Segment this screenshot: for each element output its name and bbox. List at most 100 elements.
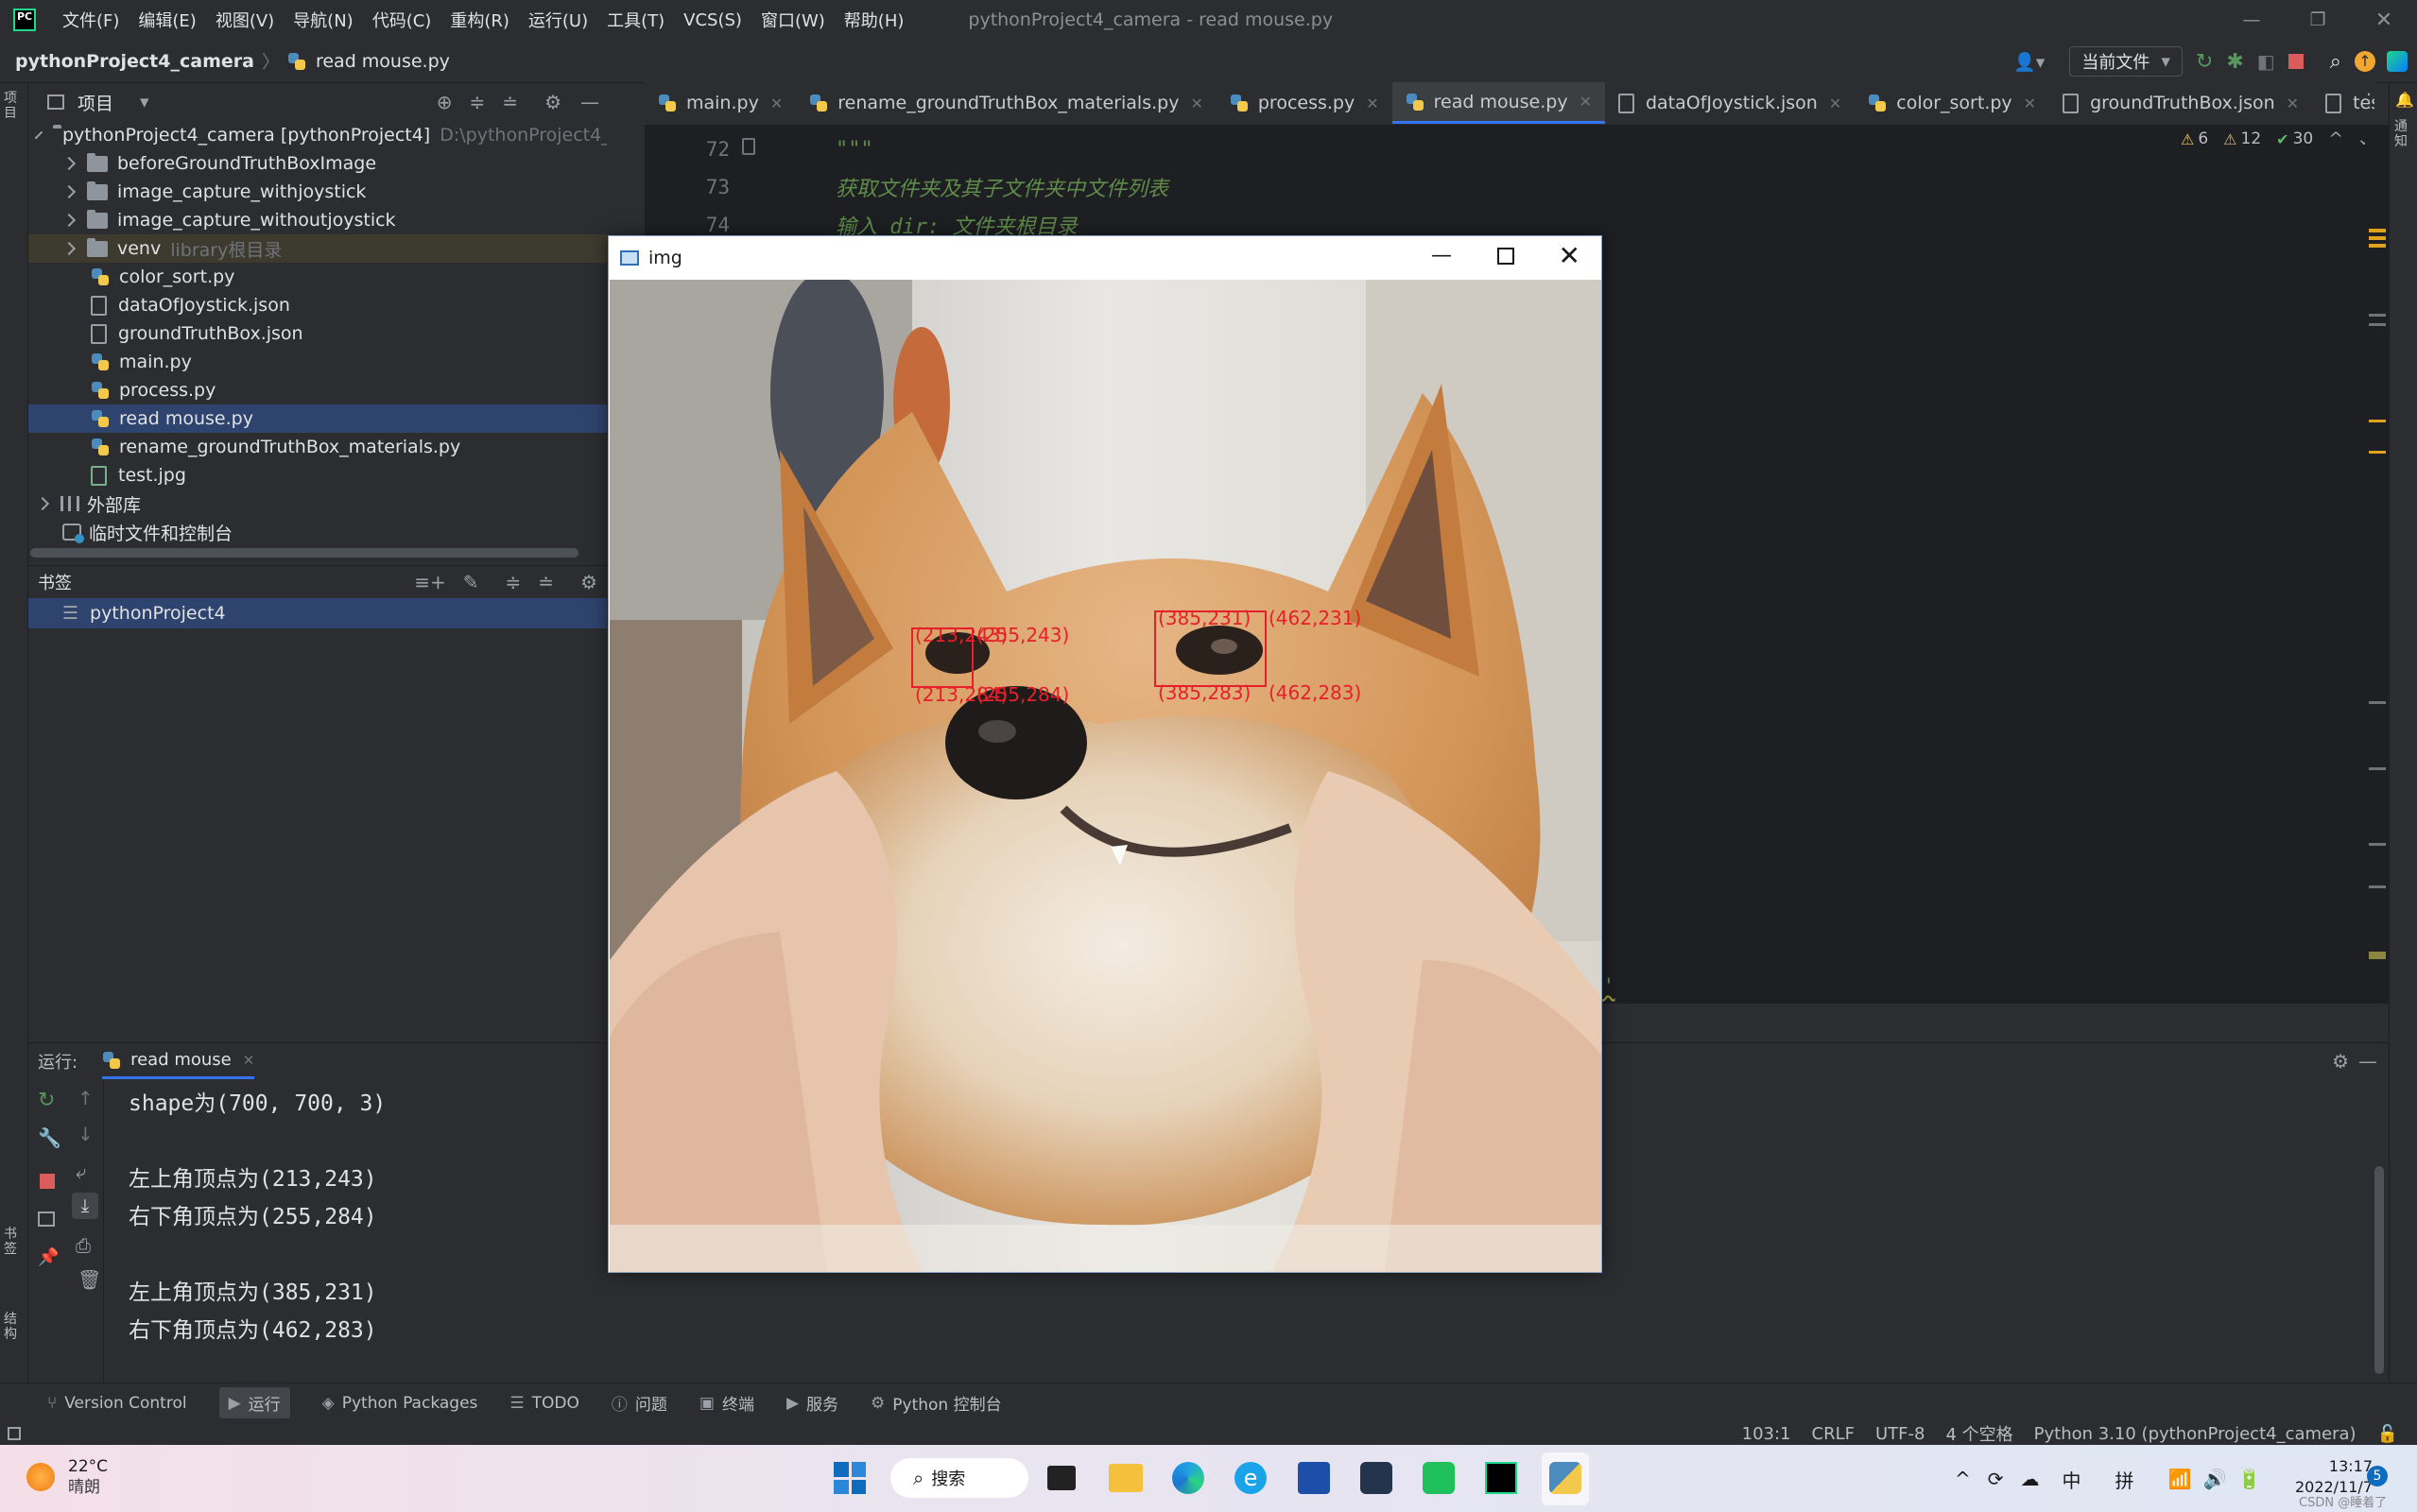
soft-wrap-icon[interactable]: ⤶	[76, 1160, 86, 1183]
tree-item[interactable]: venv library根目录	[28, 234, 607, 263]
breadcrumb-file[interactable]: read mouse.py	[316, 51, 450, 72]
tree-item[interactable]: process.py	[28, 376, 607, 404]
windows-start-icon[interactable]	[834, 1462, 866, 1494]
lock-icon[interactable]: 🔓	[2377, 1424, 2398, 1444]
img-close-button[interactable]: ✕	[1559, 240, 1580, 271]
breadcrumb-project[interactable]: pythonProject4_camera	[15, 51, 254, 72]
tree-scratches[interactable]: 临时文件和控制台	[28, 518, 607, 546]
trash-icon[interactable]: 🗑	[78, 1268, 101, 1291]
run-tab[interactable]: read mouse ✕	[102, 1043, 255, 1079]
tree-root[interactable]: pythonProject4_camera [pythonProject4] D…	[28, 121, 607, 149]
dog-photo[interactable]: (213,243) (255,243) (213,284) (255,284) …	[610, 280, 1601, 1272]
menu-item[interactable]: 帮助(H)	[844, 8, 905, 32]
editor-tab[interactable]: color_sort.py ✕	[1855, 82, 2049, 124]
menu-item[interactable]: 运行(U)	[528, 8, 588, 32]
gear-icon[interactable]: ⚙	[544, 91, 561, 113]
tree-item[interactable]: rename_groundTruthBox_materials.py	[28, 433, 607, 461]
close-tab-icon[interactable]: ✕	[1366, 94, 1378, 112]
menu-item[interactable]: 编辑(E)	[138, 8, 196, 32]
taskbar-search[interactable]: ⌕ 搜索	[890, 1458, 1028, 1498]
file-explorer-icon[interactable]	[1109, 1464, 1143, 1492]
battery-icon[interactable]: 🔋	[2237, 1468, 2261, 1490]
editor-tab[interactable]: groundTruthBox.json ✕	[2049, 82, 2312, 124]
pin-icon[interactable]: 📌	[38, 1247, 59, 1267]
edit-icon[interactable]: ✎	[463, 571, 479, 593]
vertical-scrollbar[interactable]	[2374, 1166, 2384, 1374]
expand-all-icon[interactable]: ≑	[470, 91, 486, 113]
collapse-all-icon[interactable]: ≐	[502, 91, 518, 113]
run-config-dropdown[interactable]: 当前文件 ▾	[2069, 46, 2183, 77]
editor-tab[interactable]: main.py ✕	[645, 82, 796, 124]
pycharm-taskbar-icon[interactable]	[1485, 1462, 1517, 1494]
gear-icon[interactable]: ⚙	[2332, 1050, 2349, 1073]
tab-menu-icon[interactable]: ⋮	[2359, 89, 2378, 112]
terminal-tab[interactable]: ▣ 终端	[699, 1391, 754, 1416]
tree-item[interactable]: test.jpg	[28, 461, 607, 490]
store-icon[interactable]	[1298, 1462, 1330, 1494]
tree-item[interactable]: groundTruthBox.json	[28, 319, 607, 348]
weather-widget[interactable]: 22°C 晴朗	[26, 1456, 108, 1498]
collapse-all-icon[interactable]: ≐	[538, 571, 554, 593]
edge-icon[interactable]	[1172, 1462, 1204, 1494]
todo-tab[interactable]: ☰ TODO	[509, 1394, 579, 1413]
close-tab-icon[interactable]: ✕	[1580, 93, 1592, 111]
tree-item[interactable]: read mouse.py	[28, 404, 607, 433]
onedrive-error-icon[interactable]: ☁	[2021, 1468, 2040, 1490]
python-console-tab[interactable]: ⚙ Python 控制台	[871, 1391, 1002, 1416]
tree-item[interactable]: color_sort.py	[28, 263, 607, 291]
scroll-to-end-icon[interactable]: ⤓	[72, 1193, 98, 1219]
close-button[interactable]: ✕	[2351, 9, 2417, 32]
close-tab-icon[interactable]: ✕	[243, 1052, 255, 1069]
close-tab-icon[interactable]: ✕	[1190, 94, 1202, 112]
minimize-button[interactable]: —	[2218, 9, 2285, 30]
expand-all-icon[interactable]: ≑	[506, 571, 522, 593]
gear-icon[interactable]: ⚙	[580, 571, 597, 593]
status-square-icon[interactable]	[8, 1427, 21, 1440]
notification-badge[interactable]: 5	[2367, 1466, 2388, 1486]
error-stripe[interactable]	[2365, 125, 2389, 1004]
file-encoding[interactable]: UTF-8	[1875, 1424, 1925, 1444]
menu-item[interactable]: 工具(T)	[607, 8, 665, 32]
menu-item[interactable]: VCS(S)	[683, 10, 742, 30]
sync-icon[interactable]: ⟳	[1988, 1468, 2004, 1490]
run-output[interactable]: shape为(700, 700, 3) 左上角顶点为(213,243) 右下角顶点为…	[129, 1085, 386, 1349]
maximize-button[interactable]: ❐	[2285, 9, 2351, 30]
rerun-icon[interactable]: ↻	[38, 1089, 55, 1112]
bookmark-item[interactable]: ☰ pythonProject4	[28, 598, 607, 628]
problems-tab[interactable]: ⓘ 问题	[612, 1391, 667, 1415]
close-tab-icon[interactable]: ✕	[2287, 94, 2299, 112]
editor-tab[interactable]: rename_groundTruthBox_materials.py ✕	[796, 82, 1217, 124]
wrench-icon[interactable]: 🔧	[38, 1126, 61, 1149]
minimize-panel-icon[interactable]: —	[2358, 1050, 2377, 1073]
close-tab-icon[interactable]: ✕	[770, 94, 783, 112]
bookmarks-tool-tab[interactable]: 书签	[4, 1227, 25, 1257]
wechat-icon[interactable]	[1423, 1462, 1455, 1494]
tree-item[interactable]: image_capture_withoutjoystick	[28, 206, 607, 234]
menu-item[interactable]: 窗口(W)	[761, 8, 825, 32]
stop-icon[interactable]	[2288, 54, 2304, 69]
search-icon[interactable]: ⌕	[2330, 50, 2341, 74]
project-tool-tab[interactable]: 项目	[4, 91, 25, 121]
version-control-tab[interactable]: ⑂ Version Control	[47, 1394, 187, 1413]
ime-type[interactable]: 拼	[2115, 1466, 2134, 1493]
close-tab-icon[interactable]: ✕	[1829, 94, 1841, 112]
tree-external-libs[interactable]: 外部库	[28, 490, 607, 518]
tree-item[interactable]: main.py	[28, 348, 607, 376]
caret-position[interactable]: 103:1	[1742, 1424, 1791, 1444]
img-maximize-button[interactable]	[1497, 248, 1514, 265]
python-packages-tab[interactable]: ◈ Python Packages	[322, 1394, 478, 1413]
layout-icon[interactable]	[38, 1211, 55, 1227]
user-icon[interactable]: 👤▾	[2013, 51, 2045, 73]
menu-item[interactable]: 导航(N)	[293, 8, 354, 32]
wifi-icon[interactable]: 📶	[2168, 1468, 2192, 1490]
debug-icon[interactable]: ✱	[2226, 50, 2243, 74]
editor-tab[interactable]: read mouse.py ✕	[1391, 82, 1605, 124]
tree-item[interactable]: beforeGroundTruthBoxImage	[28, 149, 607, 178]
print-icon[interactable]: ⎙	[76, 1234, 91, 1257]
img-minimize-button[interactable]: —	[1431, 244, 1452, 267]
unity-icon[interactable]	[1360, 1462, 1392, 1494]
arrow-up-icon[interactable]: ↑	[78, 1087, 94, 1109]
menu-item[interactable]: 代码(C)	[372, 8, 432, 32]
editor-tab[interactable]: dataOfJoystick.json ✕	[1605, 82, 1855, 124]
chevron-up-icon[interactable]: ^	[2328, 129, 2343, 149]
